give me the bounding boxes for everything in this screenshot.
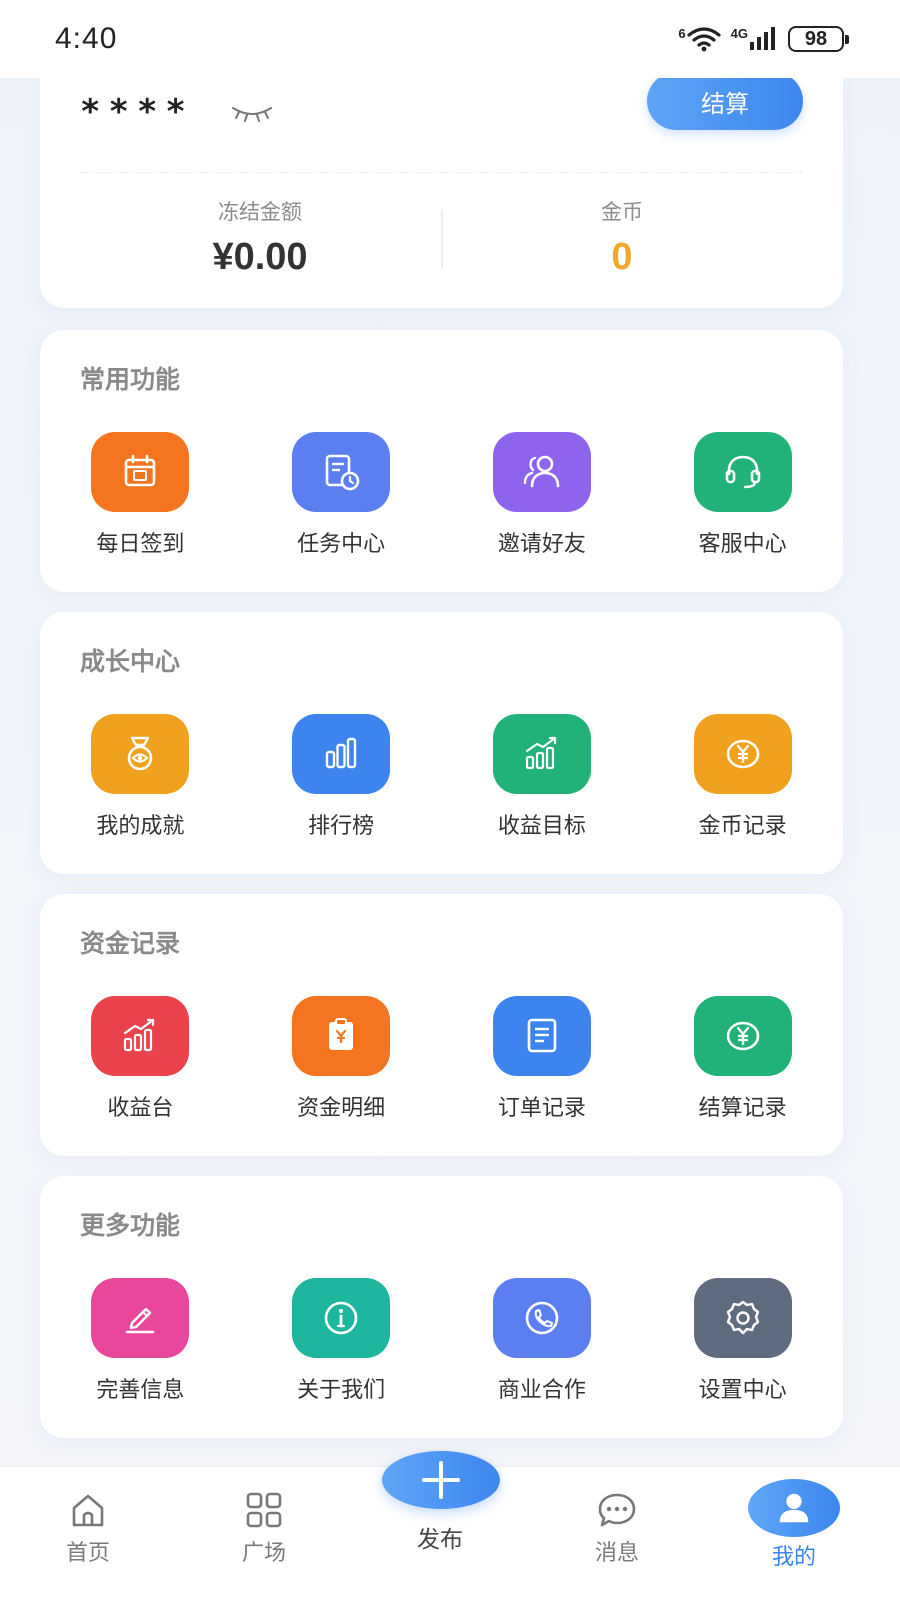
feature-label: 结算记录	[698, 1096, 787, 1121]
section-card: 常用功能每日签到 任务中心 邀请好友 客服中心	[40, 330, 843, 592]
feature-item[interactable]: 订单记录	[442, 996, 643, 1122]
growth-chart-icon	[91, 996, 190, 1076]
tab-messages-label: 消息	[594, 1541, 639, 1566]
tab-square[interactable]: 广场	[204, 1467, 324, 1567]
feature-label: 排行榜	[308, 814, 375, 839]
masked-balance: ****	[80, 92, 194, 132]
section-card: 成长中心我的成就 排行榜 收益目标 金币记录	[40, 612, 843, 874]
settle-button[interactable]: 结算	[647, 72, 803, 130]
feature-item[interactable]: 任务中心	[241, 432, 442, 558]
frozen-amount-label: 冻结金额	[218, 200, 302, 224]
divider	[80, 172, 803, 173]
coins-value: 0	[611, 236, 633, 278]
feature-label: 关于我们	[297, 1378, 386, 1403]
status-icons: 6 4G 98	[678, 26, 849, 52]
calendar-icon	[91, 432, 190, 512]
coin-icon	[693, 996, 792, 1076]
feature-item[interactable]: 收益目标	[442, 714, 643, 840]
feature-item[interactable]: 金币记录	[642, 714, 843, 840]
feature-label: 商业合作	[497, 1378, 586, 1403]
frozen-amount: 冻结金额 ¥0.00	[80, 196, 440, 279]
friends-icon	[492, 432, 591, 512]
feature-item[interactable]: 每日签到	[40, 432, 241, 558]
feature-item[interactable]: 资金明细	[241, 996, 442, 1122]
feature-item[interactable]: 设置中心	[642, 1278, 843, 1404]
feature-label: 金币记录	[698, 814, 787, 839]
coin-icon	[693, 714, 792, 794]
grid-icon	[246, 1492, 282, 1528]
plus-icon	[422, 1461, 460, 1499]
feature-label: 任务中心	[297, 532, 386, 557]
feature-label: 收益台	[107, 1096, 174, 1121]
feature-label: 每日签到	[96, 532, 185, 557]
feature-item[interactable]: 商业合作	[442, 1278, 643, 1404]
eye-closed-icon[interactable]	[230, 102, 274, 124]
icon-grid: 完善信息 关于我们 商业合作 设置中心	[40, 1278, 843, 1404]
wifi-icon: 6	[678, 26, 721, 52]
frozen-amount-value: ¥0.00	[212, 236, 308, 278]
section-title: 常用功能	[80, 365, 181, 394]
info-icon	[292, 1278, 391, 1358]
tab-me[interactable]: 我的	[734, 1467, 854, 1571]
chat-bubble-icon	[598, 1493, 636, 1527]
headset-icon	[693, 432, 792, 512]
wifi-badge: 6	[678, 26, 686, 41]
feature-label: 完善信息	[96, 1378, 185, 1403]
balance-card: **** 结算 冻结金额 ¥0.00 金币 0	[40, 50, 843, 308]
feature-label: 资金明细	[297, 1096, 386, 1121]
signal-icon: 4G	[731, 26, 778, 52]
feature-item[interactable]: 客服中心	[642, 432, 843, 558]
icon-grid: 我的成就 排行榜 收益目标 金币记录	[40, 714, 843, 840]
coins: 金币 0	[442, 196, 802, 279]
bar-chart-icon	[292, 714, 391, 794]
section-title: 成长中心	[80, 647, 181, 676]
coins-label: 金币	[601, 200, 643, 224]
tab-me-label: 我的	[771, 1545, 816, 1570]
feature-label: 收益目标	[497, 814, 586, 839]
pencil-icon	[91, 1278, 190, 1358]
tab-home[interactable]: 首页	[28, 1467, 148, 1567]
icon-grid: 每日签到 任务中心 邀请好友 客服中心	[40, 432, 843, 558]
tab-messages[interactable]: 消息	[557, 1467, 677, 1567]
feature-item[interactable]: 完善信息	[40, 1278, 241, 1404]
publish-label: 发布	[417, 1527, 463, 1553]
feature-item[interactable]: 收益台	[40, 996, 241, 1122]
phone-icon	[492, 1278, 591, 1358]
feature-item[interactable]: 我的成就	[40, 714, 241, 840]
feature-label: 客服中心	[698, 532, 787, 557]
tab-square-label: 广场	[241, 1541, 286, 1566]
task-clock-icon	[292, 432, 391, 512]
user-icon	[748, 1479, 840, 1537]
feature-item[interactable]: 邀请好友	[442, 432, 643, 558]
feature-label: 订单记录	[497, 1096, 586, 1121]
signal-badge: 4G	[730, 26, 748, 41]
status-time: 4:40	[55, 22, 118, 55]
feature-item[interactable]: 结算记录	[642, 996, 843, 1122]
status-bar: 4:40 6 4G 98	[0, 0, 900, 78]
home-icon	[72, 1494, 104, 1527]
section-title: 资金记录	[80, 929, 181, 958]
icon-grid: 收益台 资金明细 订单记录 结算记录	[40, 996, 843, 1122]
feature-item[interactable]: 排行榜	[241, 714, 442, 840]
feature-label: 邀请好友	[497, 532, 586, 557]
battery-icon: 98	[788, 26, 849, 52]
section-title: 更多功能	[80, 1211, 181, 1240]
publish-button[interactable]	[382, 1451, 500, 1509]
document-icon	[492, 996, 591, 1076]
growth-chart-icon	[492, 714, 591, 794]
clipboard-yen-icon	[292, 996, 391, 1076]
section-card: 更多功能完善信息 关于我们 商业合作 设置中心	[40, 1176, 843, 1438]
gear-icon	[693, 1278, 792, 1358]
feature-item[interactable]: 关于我们	[241, 1278, 442, 1404]
tab-home-label: 首页	[65, 1541, 110, 1566]
feature-label: 我的成就	[96, 814, 185, 839]
medal-icon	[91, 714, 190, 794]
section-card: 资金记录收益台 资金明细 订单记录 结算记录	[40, 894, 843, 1156]
feature-label: 设置中心	[698, 1378, 787, 1403]
